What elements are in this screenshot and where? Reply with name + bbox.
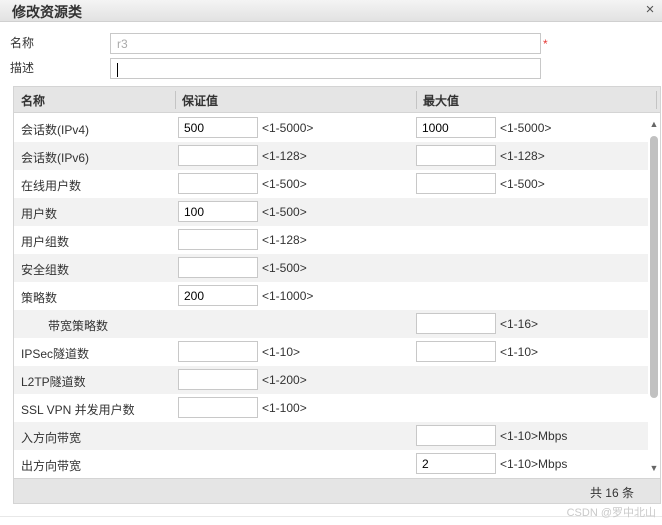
required-mark: *	[543, 37, 548, 51]
header-guaranteed: 保证值	[182, 94, 219, 108]
max-range: <1-5000>	[500, 121, 552, 135]
divider	[0, 516, 662, 517]
max-value-input[interactable]	[416, 117, 496, 138]
row-name: 用户数	[21, 207, 58, 221]
max-range: <1-10>Mbps	[500, 457, 568, 471]
column-divider[interactable]	[175, 91, 176, 109]
max-value-input[interactable]	[416, 173, 496, 194]
description-label: 描述	[10, 61, 35, 75]
column-divider[interactable]	[416, 91, 417, 109]
guaranteed-value-input[interactable]	[178, 117, 258, 138]
total-count: 共 16 条	[589, 486, 634, 500]
table-row: 策略数 <1-1000>	[14, 282, 648, 310]
guaranteed-value-input[interactable]	[178, 285, 258, 306]
max-range: <1-128>	[500, 149, 545, 163]
table-row: 会话数(IPv4) <1-5000> <1-5000>	[14, 114, 648, 142]
max-value-input[interactable]	[416, 313, 496, 334]
row-name: 出方向带宽	[21, 459, 82, 473]
max-range: <1-500>	[500, 177, 545, 191]
guaranteed-value-input[interactable]	[178, 229, 258, 250]
guaranteed-range: <1-128>	[262, 233, 307, 247]
row-name: 用户组数	[21, 235, 70, 249]
guaranteed-range: <1-500>	[262, 205, 307, 219]
table-row: 用户数 <1-500>	[14, 198, 648, 226]
max-value-input[interactable]	[416, 425, 496, 446]
name-label: 名称	[10, 36, 35, 50]
max-range: <1-16>	[500, 317, 539, 331]
column-divider[interactable]	[656, 91, 657, 109]
row-name: 会话数(IPv6)	[21, 151, 90, 165]
table-row: SSL VPN 并发用户数 <1-100>	[14, 394, 648, 422]
row-name: L2TP隧道数	[21, 375, 86, 389]
name-input[interactable]	[110, 33, 541, 54]
table-row: 会话数(IPv6) <1-128> <1-128>	[14, 142, 648, 170]
guaranteed-value-input[interactable]	[178, 397, 258, 418]
guaranteed-range: <1-100>	[262, 401, 307, 415]
dialog-title: 修改资源类	[12, 4, 82, 20]
guaranteed-value-input[interactable]	[178, 145, 258, 166]
dialog-titlebar: 修改资源类 ×	[0, 0, 662, 22]
max-value-input[interactable]	[416, 145, 496, 166]
grid-footer: 共 16 条	[14, 478, 660, 503]
grid-body: 会话数(IPv4) <1-5000> <1-5000> 会话数(IPv6) <1-128…	[14, 114, 648, 478]
description-input[interactable]	[110, 58, 541, 79]
max-value-input[interactable]	[416, 453, 496, 474]
guaranteed-range: <1-200>	[262, 373, 307, 387]
grid-header: 名称 保证值 最大值	[14, 87, 660, 113]
scrollbar-thumb[interactable]	[650, 136, 658, 398]
header-name: 名称	[21, 94, 46, 108]
guaranteed-range: <1-500>	[262, 261, 307, 275]
table-row: 出方向带宽 <1-10>Mbps	[14, 450, 648, 478]
guaranteed-range: <1-128>	[262, 149, 307, 163]
table-row: 用户组数 <1-128>	[14, 226, 648, 254]
row-name: 入方向带宽	[21, 431, 82, 445]
max-value-input[interactable]	[416, 341, 496, 362]
text-cursor	[117, 63, 118, 77]
row-name: IPSec隧道数	[21, 347, 90, 361]
guaranteed-value-input[interactable]	[178, 257, 258, 278]
row-name: 策略数	[21, 291, 58, 305]
row-name: SSL VPN 并发用户数	[21, 403, 135, 417]
table-row: 带宽策略数 <1-16>	[14, 310, 648, 338]
close-icon[interactable]: ×	[642, 1, 658, 19]
guaranteed-value-input[interactable]	[178, 173, 258, 194]
arrow-down-icon[interactable]: ▼	[648, 462, 660, 474]
table-row: L2TP隧道数 <1-200>	[14, 366, 648, 394]
guaranteed-range: <1-5000>	[262, 121, 314, 135]
table-row: 在线用户数 <1-500> <1-500>	[14, 170, 648, 198]
row-name: 安全组数	[21, 263, 70, 277]
table-row: IPSec隧道数 <1-10> <1-10>	[14, 338, 648, 366]
guaranteed-range: <1-500>	[262, 177, 307, 191]
guaranteed-range: <1-1000>	[262, 289, 314, 303]
watermark: CSDN @罗中北山	[566, 507, 656, 519]
guaranteed-value-input[interactable]	[178, 201, 258, 222]
guaranteed-value-input[interactable]	[178, 341, 258, 362]
row-name: 带宽策略数	[48, 319, 109, 333]
row-name: 会话数(IPv4)	[21, 123, 90, 137]
table-row: 入方向带宽 <1-10>Mbps	[14, 422, 648, 450]
max-range: <1-10>Mbps	[500, 429, 568, 443]
guaranteed-range: <1-10>	[262, 345, 301, 359]
vertical-scrollbar[interactable]: ▲ ▼	[648, 114, 660, 478]
arrow-up-icon[interactable]: ▲	[648, 118, 660, 130]
guaranteed-value-input[interactable]	[178, 369, 258, 390]
max-range: <1-10>	[500, 345, 539, 359]
resource-grid: 名称 保证值 最大值 会话数(IPv4)<1-5000><1-5000>会话数(…	[13, 86, 661, 504]
table-row: 安全组数 <1-500>	[14, 254, 648, 282]
row-name: 在线用户数	[21, 179, 82, 193]
header-max: 最大值	[423, 94, 460, 108]
